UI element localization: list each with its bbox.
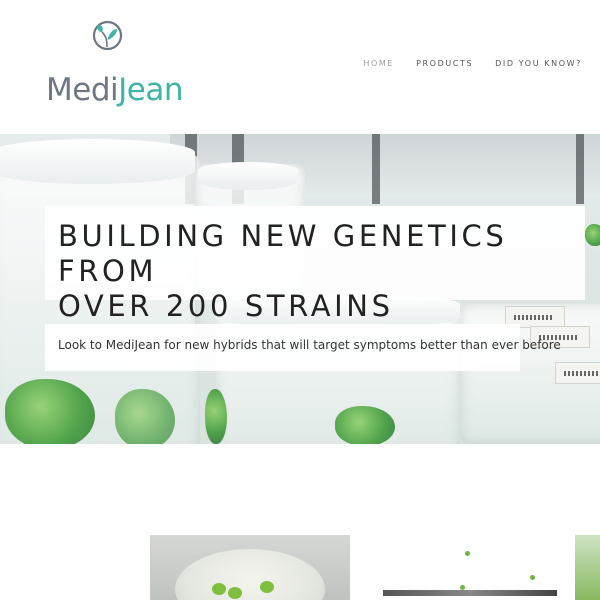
hero-background-post [576, 134, 584, 204]
brand-wordmark: MediJean [46, 72, 183, 108]
feature-image-petri-dish[interactable] [150, 535, 350, 600]
leaf-icon [92, 20, 123, 51]
seedling [460, 585, 465, 590]
brand-name-part1: Medi [46, 72, 119, 108]
seedling [530, 575, 535, 580]
hero-title: BUILDING NEW GENETICS FROM OVER 200 STRA… [58, 219, 585, 324]
sprout [260, 581, 274, 593]
petri-dish [175, 549, 325, 600]
nav-item-did-you-know[interactable]: DID YOU KNOW? [495, 59, 582, 68]
sprout [228, 587, 242, 599]
hero-jar-lid [198, 162, 298, 190]
hero-plant [205, 389, 227, 444]
hero-plant [585, 224, 600, 246]
main-nav: HOME PRODUCTS DID YOU KNOW? [363, 59, 582, 68]
hero-jar-lid [0, 139, 195, 184]
hero-background-post [372, 134, 380, 204]
hero-jar-label [555, 362, 600, 384]
nav-item-products[interactable]: PRODUCTS [416, 59, 473, 68]
sprout [212, 583, 226, 595]
site-header: MediJean HOME PRODUCTS DID YOU KNOW? [0, 0, 600, 134]
metal-rod [383, 590, 557, 596]
feature-image-plant[interactable] [575, 535, 600, 600]
hero-subtitle-box: Look to MediJean for new hybrids that wi… [45, 324, 561, 371]
hero-title-line2: OVER 200 STRAINS [58, 289, 394, 323]
brand-name-part2: Jean [118, 72, 183, 108]
hero-plant [335, 406, 395, 444]
seedling [465, 551, 470, 556]
hero-banner: BUILDING NEW GENETICS FROM OVER 200 STRA… [0, 134, 600, 444]
nav-item-home[interactable]: HOME [363, 59, 394, 68]
hero-subtitle: Look to MediJean for new hybrids that wi… [58, 338, 561, 352]
medijean-logo[interactable]: MediJean [46, 20, 183, 112]
hero-title-box: BUILDING NEW GENETICS FROM OVER 200 STRA… [45, 206, 585, 323]
feature-image-seedlings[interactable] [380, 535, 560, 600]
hero-title-line1: BUILDING NEW GENETICS FROM [58, 219, 508, 288]
